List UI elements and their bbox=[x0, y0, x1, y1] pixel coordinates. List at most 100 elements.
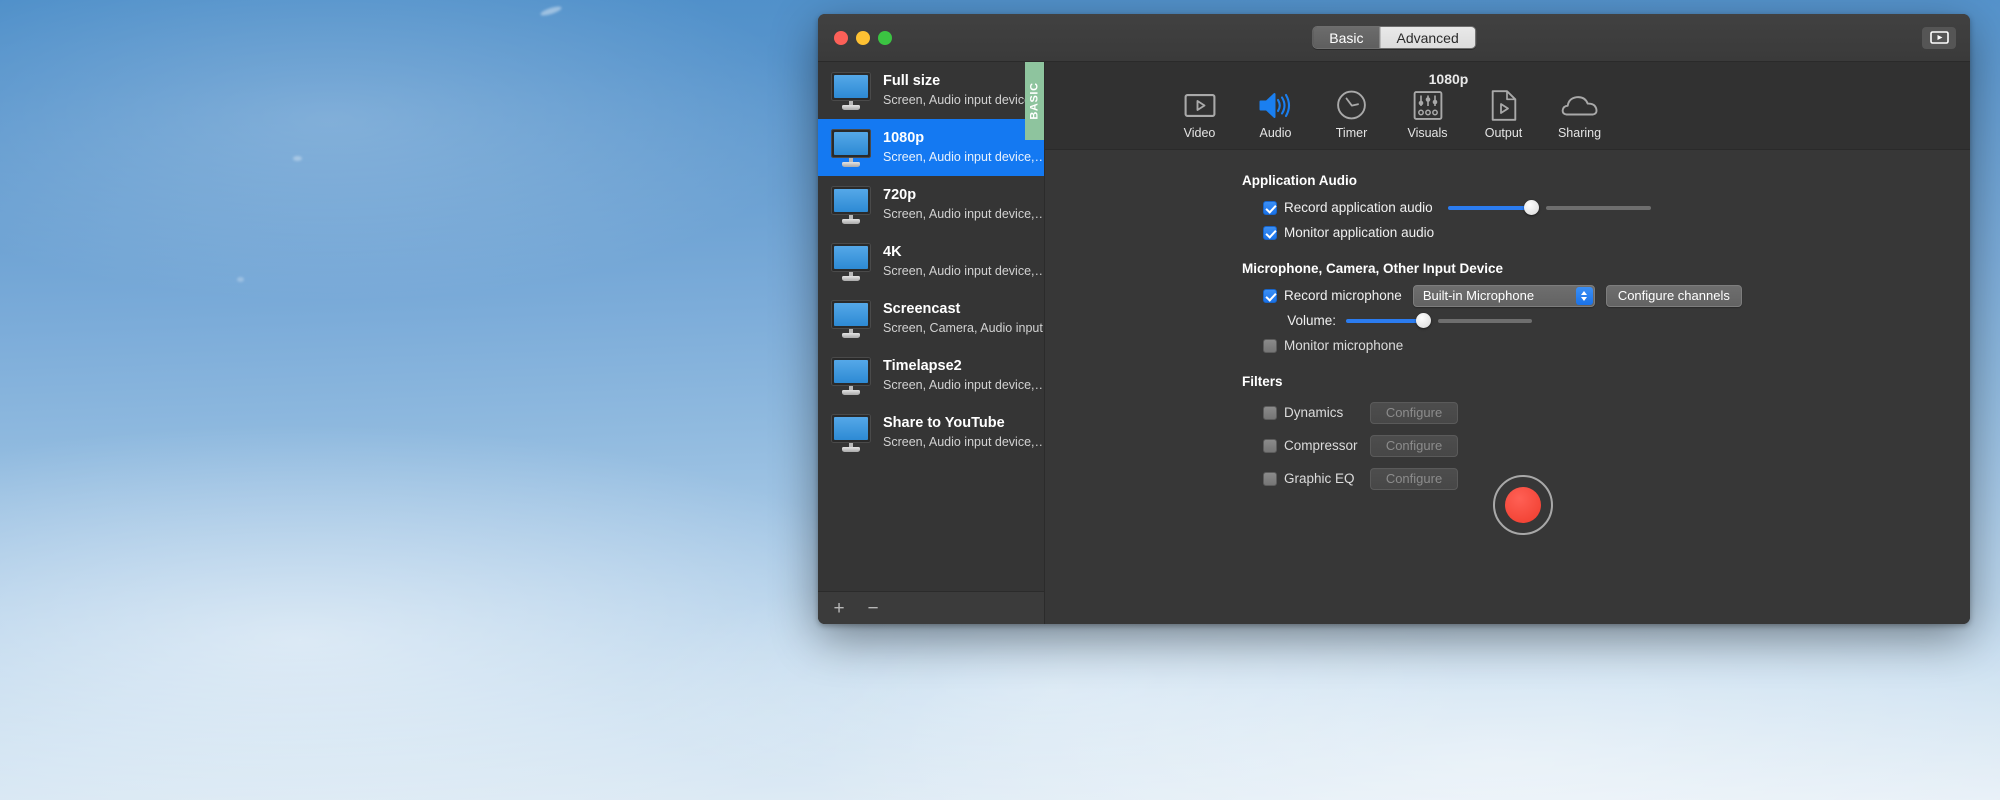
preset-row-720p[interactable]: 720p Screen, Audio input device,… bbox=[818, 176, 1044, 233]
dynamics-configure-button[interactable]: Configure bbox=[1370, 401, 1458, 424]
cloud-icon bbox=[1561, 89, 1598, 121]
preset-subtitle: Screen, Audio input device,… bbox=[883, 378, 1044, 392]
preset-title: 4K bbox=[883, 244, 902, 260]
dynamics-label: Dynamics bbox=[1284, 405, 1344, 420]
preset-title: Screencast bbox=[883, 301, 961, 317]
microphone-level-meter bbox=[1438, 318, 1532, 323]
monitor-icon bbox=[829, 299, 873, 339]
toolbar-item-sharing[interactable]: Sharing bbox=[1556, 89, 1603, 140]
preset-title: Timelapse2 bbox=[883, 358, 962, 374]
volume-label: Volume: bbox=[1287, 313, 1336, 328]
application-audio-volume-slider[interactable] bbox=[1447, 197, 1651, 219]
audio-settings-pane: Application Audio Record application aud… bbox=[1045, 150, 1970, 624]
preset-list[interactable]: Full size Screen, Audio input device 108… bbox=[818, 62, 1044, 591]
graphic-eq-checkbox[interactable] bbox=[1263, 471, 1277, 486]
toolbar-item-visuals[interactable]: Visuals bbox=[1404, 89, 1451, 140]
monitor-icon bbox=[829, 242, 873, 282]
app-window: Basic Advanced Full size Screen, Audio i… bbox=[818, 14, 1970, 624]
record-dot-icon bbox=[1505, 487, 1541, 523]
settings-toolbar: 1080p Video Audio Timer Visuals Output S… bbox=[1045, 62, 1970, 150]
graphic-eq-configure-button[interactable]: Configure bbox=[1370, 467, 1458, 490]
record-application-audio-checkbox[interactable] bbox=[1263, 200, 1277, 215]
toolbar-item-video[interactable]: Video bbox=[1176, 89, 1223, 140]
minimize-window-button[interactable] bbox=[856, 30, 870, 45]
monitor-microphone-checkbox[interactable] bbox=[1263, 338, 1277, 353]
microphone-volume-slider[interactable] bbox=[1346, 310, 1532, 332]
window-body: Full size Screen, Audio input device 108… bbox=[818, 62, 1970, 624]
preset-row-screencast[interactable]: Screencast Screen, Camera, Audio input… bbox=[818, 290, 1044, 347]
record-application-audio-label: Record application audio bbox=[1284, 200, 1433, 215]
toolbar-item-label: Video bbox=[1183, 126, 1216, 140]
video-icon bbox=[1184, 89, 1215, 121]
sliders-icon bbox=[1413, 89, 1442, 121]
remove-preset-button[interactable]: − bbox=[863, 599, 883, 618]
toolbar-item-output[interactable]: Output bbox=[1480, 89, 1527, 140]
monitor-microphone-label: Monitor microphone bbox=[1284, 338, 1404, 353]
slider-filled-track bbox=[1346, 318, 1418, 323]
filter-row-compressor: Compressor Configure bbox=[1242, 429, 1970, 462]
preset-subtitle: Screen, Audio input device,… bbox=[883, 264, 1044, 278]
sidebar-footer: + − bbox=[818, 591, 1044, 624]
toolbar-item-label: Output bbox=[1484, 126, 1523, 140]
record-microphone-checkbox[interactable] bbox=[1263, 288, 1277, 303]
preset-subtitle: Screen, Audio input device bbox=[883, 93, 1032, 107]
toolbar-item-label: Visuals bbox=[1407, 126, 1448, 140]
application-audio-heading: Application Audio bbox=[1242, 173, 1357, 188]
microphone-device-value: Built-in Microphone bbox=[1422, 288, 1535, 303]
mode-segmented-control[interactable]: Basic Advanced bbox=[1312, 26, 1476, 49]
speaker-icon bbox=[1259, 89, 1293, 121]
toolbar-item-label: Sharing bbox=[1557, 126, 1602, 140]
filter-row-graphic-eq: Graphic EQ Configure bbox=[1242, 462, 1970, 495]
compressor-configure-button[interactable]: Configure bbox=[1370, 434, 1458, 457]
monitor-microphone-row: Monitor microphone bbox=[1242, 333, 1970, 358]
preset-subtitle: Screen, Audio input device,… bbox=[883, 435, 1044, 449]
file-play-icon bbox=[1491, 89, 1516, 121]
microphone-device-select[interactable]: Built-in Microphone bbox=[1412, 284, 1595, 307]
preset-row-share-to-youtube[interactable]: Share to YouTube Screen, Audio input dev… bbox=[818, 404, 1044, 461]
slider-knob[interactable] bbox=[1523, 200, 1539, 215]
cloud-wisp bbox=[237, 277, 244, 282]
configure-channels-button[interactable]: Configure channels bbox=[1605, 284, 1742, 307]
monitor-application-audio-row: Monitor application audio bbox=[1242, 220, 1970, 245]
dynamics-checkbox[interactable] bbox=[1263, 405, 1277, 420]
slider-filled-track bbox=[1447, 205, 1526, 210]
cloud-wisp bbox=[539, 4, 563, 18]
toolbar-item-label: Timer bbox=[1335, 126, 1368, 140]
preset-row-4k[interactable]: 4K Screen, Audio input device,… bbox=[818, 233, 1044, 290]
desktop-wallpaper: Basic Advanced Full size Screen, Audio i… bbox=[0, 0, 2000, 800]
video-play-icon bbox=[1929, 31, 1949, 44]
close-window-button[interactable] bbox=[834, 30, 848, 45]
toolbar-title: 1080p bbox=[1428, 71, 1469, 87]
monitor-application-audio-label: Monitor application audio bbox=[1284, 225, 1435, 240]
preset-subtitle: Screen, Audio input device,… bbox=[883, 150, 1044, 164]
input-device-heading: Microphone, Camera, Other Input Device bbox=[1242, 261, 1504, 276]
toolbar-item-timer[interactable]: Timer bbox=[1328, 89, 1375, 140]
zoom-window-button[interactable] bbox=[878, 30, 892, 45]
preset-sidebar: Full size Screen, Audio input device 108… bbox=[818, 62, 1045, 624]
microphone-volume-row: Volume: bbox=[1242, 308, 1970, 333]
preset-row-timelapse2[interactable]: Timelapse2 Screen, Audio input device,… bbox=[818, 347, 1044, 404]
add-preset-button[interactable]: + bbox=[829, 599, 849, 618]
preset-title: Share to YouTube bbox=[883, 415, 1005, 431]
video-play-icon-button[interactable] bbox=[1922, 26, 1956, 49]
monitor-application-audio-checkbox[interactable] bbox=[1263, 225, 1277, 240]
stepper-arrows-icon bbox=[1575, 286, 1593, 305]
window-titlebar: Basic Advanced bbox=[818, 14, 1970, 62]
basic-badge-label: BASIC bbox=[1028, 82, 1041, 120]
tab-advanced[interactable]: Advanced bbox=[1379, 27, 1475, 48]
monitor-icon bbox=[829, 413, 873, 453]
preset-row-1080p[interactable]: 1080p Screen, Audio input device,… bbox=[818, 119, 1044, 176]
preset-title: 720p bbox=[883, 187, 917, 203]
graphic-eq-label: Graphic EQ bbox=[1284, 471, 1355, 486]
filter-row-dynamics: Dynamics Configure bbox=[1242, 396, 1970, 429]
slider-knob[interactable] bbox=[1416, 313, 1431, 328]
record-button[interactable] bbox=[1493, 475, 1553, 535]
cloud-wisp bbox=[293, 156, 302, 161]
clock-icon bbox=[1337, 89, 1367, 121]
tab-basic[interactable]: Basic bbox=[1313, 27, 1380, 48]
filters-heading: Filters bbox=[1242, 374, 1283, 389]
compressor-checkbox[interactable] bbox=[1263, 438, 1277, 453]
toolbar-item-audio[interactable]: Audio bbox=[1252, 89, 1299, 140]
record-microphone-label: Record microphone bbox=[1284, 288, 1402, 303]
main-panel: 1080p Video Audio Timer Visuals Output S… bbox=[1045, 62, 1970, 624]
